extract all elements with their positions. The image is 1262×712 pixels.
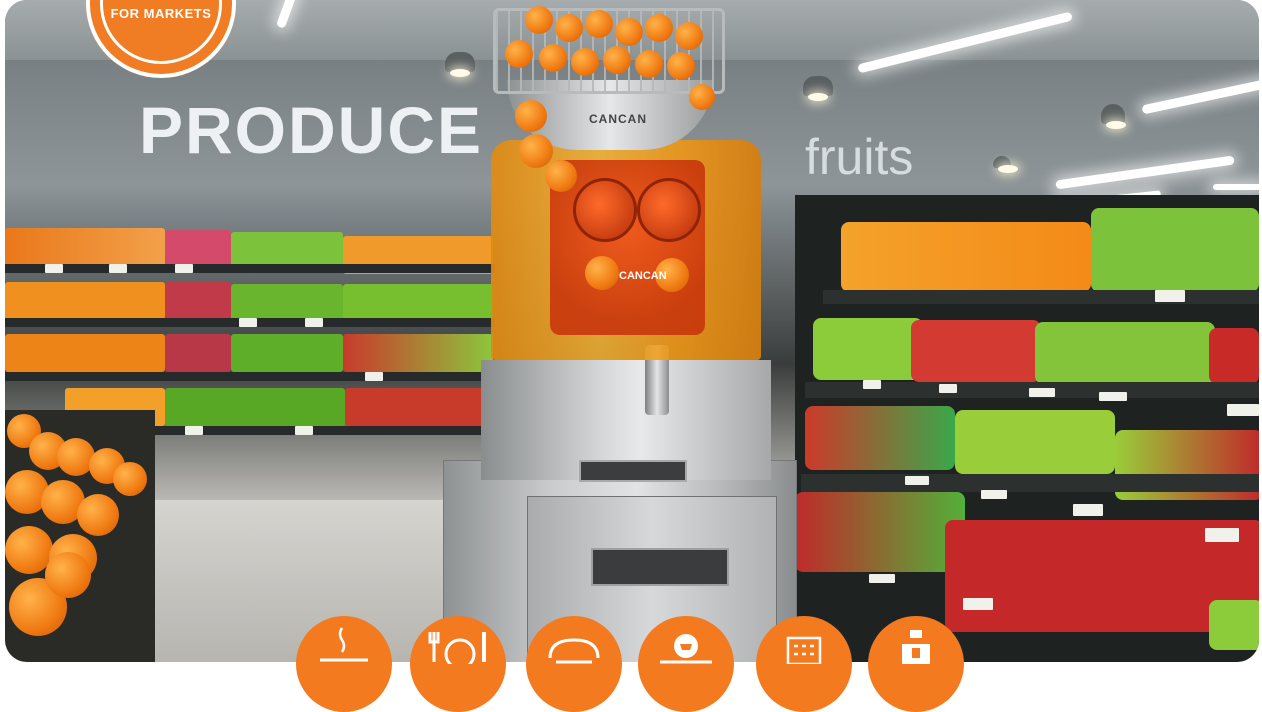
price-tag: [45, 264, 63, 273]
shelf-edge: [5, 264, 495, 273]
shelf-oranges: [841, 222, 1091, 292]
price-tag: [295, 426, 313, 435]
shelf-red-apples: [911, 320, 1041, 382]
price-tag: [963, 598, 993, 610]
shelf-apples: [1091, 208, 1259, 292]
ceiling-light: [1141, 78, 1259, 115]
restaurant-icon: [428, 632, 486, 664]
shelf-mixed: [343, 334, 493, 372]
orange: [635, 50, 663, 78]
orange: [555, 14, 583, 42]
price-tag: [1099, 392, 1127, 401]
shelf-apples: [1209, 600, 1259, 650]
market-cart-icon: [660, 634, 712, 664]
cup-grid: [579, 460, 687, 482]
shelf-apples: [165, 388, 345, 426]
category-hotel[interactable]: [756, 616, 852, 712]
shelf-mixed: [805, 406, 955, 470]
shelf-apples: [1035, 322, 1215, 384]
price-tag: [869, 574, 895, 583]
orange: [545, 160, 577, 192]
shelf-apples: [343, 284, 493, 322]
price-tag: [1155, 290, 1185, 302]
price-tag: [175, 264, 193, 273]
shelf-red-fruit: [165, 334, 231, 372]
coffee-cup-icon: [320, 627, 368, 662]
shelf-edge: [823, 290, 1259, 304]
orange: [645, 14, 673, 42]
price-tag: [1227, 404, 1259, 416]
orange: [539, 44, 567, 72]
ceiling-light: [1213, 184, 1259, 190]
pendant-lamp: [1101, 104, 1126, 129]
category-restaurant[interactable]: [410, 616, 506, 712]
drip-tray: [591, 548, 729, 586]
machine-logo-top: CANCAN: [589, 112, 647, 126]
shelf-red-fruit: [165, 230, 231, 268]
price-tag: [1073, 504, 1103, 516]
shelf-edge: [801, 474, 1259, 492]
orange: [77, 494, 119, 536]
price-tag: [239, 318, 257, 327]
shelf-tomatoes: [345, 388, 485, 426]
orange: [603, 46, 631, 74]
category-market[interactable]: [638, 616, 734, 712]
price-tag: [305, 318, 323, 327]
orange: [585, 10, 613, 38]
shelf-apples: [813, 318, 923, 380]
hotel-building-icon: [786, 636, 822, 664]
hero-photo: PRODUCE fruits CANCAN CANCAN: [5, 0, 1259, 662]
squeeze-cup: [573, 178, 637, 242]
fruits-sign: fruits: [805, 129, 914, 185]
orange: [45, 552, 91, 598]
shelf-oranges: [5, 228, 165, 266]
orange: [519, 134, 553, 168]
orange: [113, 462, 147, 496]
orange: [615, 18, 643, 46]
price-tag: [863, 380, 881, 389]
ceiling-light: [1055, 155, 1235, 190]
produce-sign: PRODUCE: [139, 93, 484, 167]
shop-icon: [902, 630, 930, 664]
orange: [525, 6, 553, 34]
shelf-pears: [955, 410, 1115, 474]
price-tag: [1205, 528, 1239, 542]
category-shop[interactable]: [868, 616, 964, 712]
shelf-apples: [231, 334, 343, 372]
shelf-red-fruit: [165, 282, 231, 320]
shelf-oranges: [5, 282, 165, 320]
shelf-edge: [5, 372, 495, 381]
price-tag: [185, 426, 203, 435]
pendant-lamp: [993, 156, 1018, 173]
badge-label: FOR MARKETS: [110, 6, 212, 21]
orange: [675, 22, 703, 50]
category-bakery[interactable]: [526, 616, 622, 712]
shelf-red-apples: [1209, 328, 1259, 384]
orange: [505, 40, 533, 68]
price-tag: [365, 372, 383, 381]
orange: [571, 48, 599, 76]
pendant-lamp: [803, 76, 833, 101]
pendant-lamp: [445, 52, 475, 77]
bakery-icon: [548, 638, 600, 664]
price-tag: [905, 476, 929, 485]
category-coffee[interactable]: [296, 616, 392, 712]
machine-logo-front: CANCAN: [619, 270, 667, 282]
price-tag: [1029, 388, 1055, 397]
orange: [667, 52, 695, 80]
orange: [689, 84, 715, 110]
price-tag: [981, 490, 1007, 499]
squeeze-cup: [637, 178, 701, 242]
price-tag: [939, 384, 957, 393]
shelf-mixed: [795, 492, 965, 572]
orange: [515, 100, 547, 132]
shelf-apples: [231, 284, 343, 322]
price-tag: [109, 264, 127, 273]
shelf-oranges: [5, 334, 165, 372]
orange: [585, 256, 619, 290]
